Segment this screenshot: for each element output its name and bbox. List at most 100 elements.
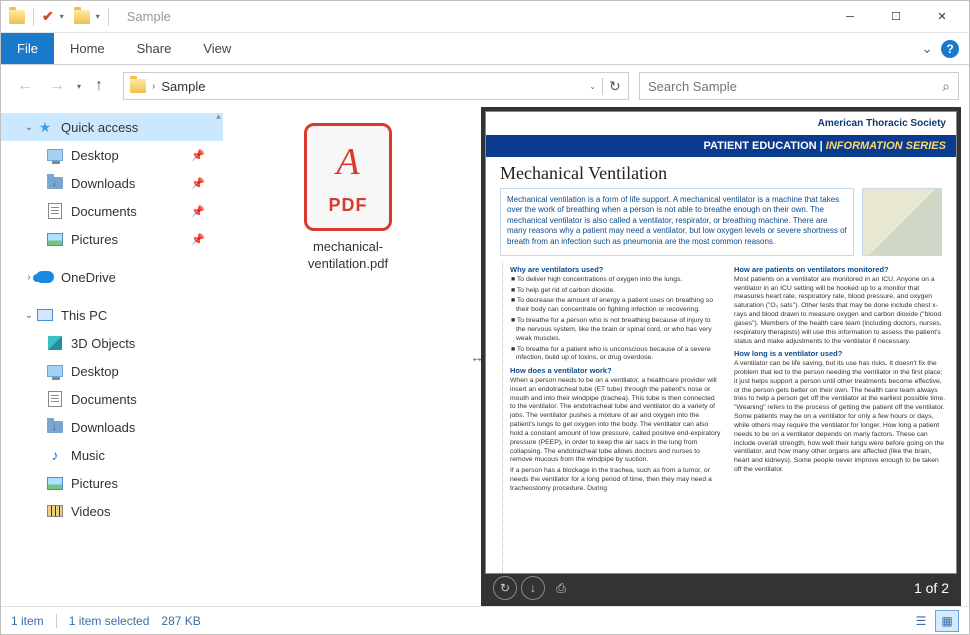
tree-3d-objects[interactable]: 3D Objects [1, 329, 223, 357]
qat-properties-icon[interactable]: ✔ [42, 8, 54, 25]
tree-label: This PC [61, 308, 107, 323]
up-button[interactable]: ↑ [85, 72, 113, 100]
address-bar[interactable]: › Sample ⌄ ↻ [123, 72, 629, 100]
tree-desktop-pc[interactable]: Desktop [1, 357, 223, 385]
expand-icon[interactable]: ⌄ [23, 310, 35, 321]
tree-label: 3D Objects [71, 336, 135, 351]
pin-icon: 📌 [191, 149, 205, 162]
qat-dropdown-icon[interactable]: ▾ [96, 12, 100, 21]
tree-pictures-pc[interactable]: Pictures [1, 469, 223, 497]
tree-downloads-pc[interactable]: ↓ Downloads [1, 413, 223, 441]
navigation-toolbar: ← → ▾ ↑ › Sample ⌄ ↻ ⌕ [1, 65, 969, 107]
tree-documents-pc[interactable]: Documents [1, 385, 223, 413]
zoom-icon[interactable]: ⎙ [549, 576, 573, 600]
doc-heading: How long is a ventilator used? [734, 349, 946, 359]
tree-label: Downloads [71, 176, 135, 191]
back-button[interactable]: ← [11, 72, 39, 100]
page-indicator: 1 of 2 [914, 580, 949, 596]
pdf-file-icon: A PDF [304, 123, 392, 231]
scroll-up-icon[interactable]: ▴ [216, 111, 221, 122]
doc-intro: Mechanical ventilation is a form of life… [500, 188, 854, 256]
ribbon-expand-icon[interactable]: ⌄ [921, 40, 933, 57]
refresh-button[interactable]: ↻ [602, 78, 622, 95]
tree-label: Pictures [71, 476, 118, 491]
tree-pictures[interactable]: Pictures 📌 [1, 225, 223, 253]
forward-button[interactable]: → [43, 72, 71, 100]
tree-desktop[interactable]: Desktop 📌 [1, 141, 223, 169]
help-icon[interactable]: ? [941, 40, 959, 58]
address-dropdown-icon[interactable]: ⌄ [589, 82, 596, 91]
file-list[interactable]: A PDF mechanical-ventilation.pdf [223, 107, 473, 606]
tree-onedrive[interactable]: › OneDrive [1, 263, 223, 291]
expand-icon[interactable]: ⌄ [23, 122, 35, 133]
search-icon[interactable]: ⌕ [942, 78, 950, 95]
breadcrumb-sep-icon[interactable]: › [152, 81, 155, 92]
app-icon [9, 10, 25, 24]
tree-label: Music [71, 448, 105, 463]
explorer-window: ✔ ▾ ▾ Sample ─ ☐ ✕ File Home Share View … [0, 0, 970, 635]
doc-heading: How are patients on ventilators monitore… [734, 265, 946, 275]
doc-illustration [862, 188, 942, 256]
pin-icon: 📌 [191, 177, 205, 190]
file-name: mechanical-ventilation.pdf [278, 239, 418, 273]
breadcrumb-folder[interactable]: Sample [161, 79, 205, 94]
pictures-icon [47, 477, 63, 490]
status-selection: 1 item selected [69, 614, 150, 628]
history-dropdown-icon[interactable]: ▾ [77, 82, 81, 91]
documents-icon [48, 391, 62, 407]
qat-caret-icon[interactable]: ▾ [60, 12, 64, 21]
doc-body: Why are ventilators used? ■ To deliver h… [486, 262, 956, 573]
title-bar: ✔ ▾ ▾ Sample ─ ☐ ✕ [1, 1, 969, 33]
tree-label: Quick access [61, 120, 138, 135]
tree-label: Desktop [71, 148, 119, 163]
onedrive-icon [36, 271, 54, 283]
status-size: 287 KB [161, 614, 200, 628]
tree-label: Pictures [71, 232, 118, 247]
downloads-icon: ↓ [47, 177, 63, 189]
minimize-button[interactable]: ─ [827, 1, 873, 33]
search-input[interactable] [648, 79, 942, 94]
preview-toolbar: ↻ ↓ ⎙ 1 of 2 [485, 574, 957, 602]
status-bar: 1 item 1 item selected 287 KB ☰ ▦ [1, 606, 969, 634]
doc-series-bar: PATIENT EDUCATION | INFORMATION SERIES [486, 135, 956, 157]
tab-file[interactable]: File [1, 33, 54, 64]
thumbnails-view-button[interactable]: ▦ [935, 610, 959, 632]
tab-home[interactable]: Home [54, 33, 121, 64]
rotate-icon[interactable]: ↻ [493, 576, 517, 600]
tree-videos[interactable]: Videos [1, 497, 223, 525]
tree-quick-access[interactable]: ⌄ ★ Quick access [1, 113, 223, 141]
qat-newfolder-icon[interactable] [74, 10, 90, 24]
tab-share[interactable]: Share [121, 33, 188, 64]
save-icon[interactable]: ↓ [521, 576, 545, 600]
preview-document[interactable]: American Thoracic Society PATIENT EDUCAT… [485, 111, 957, 574]
quick-access-icon: ★ [35, 119, 55, 136]
tree-label: Downloads [71, 420, 135, 435]
doc-heading: How does a ventilator work? [510, 366, 722, 376]
close-button[interactable]: ✕ [919, 1, 965, 33]
tree-label: Documents [71, 204, 137, 219]
downloads-icon: ↓ [47, 421, 63, 433]
tab-view[interactable]: View [187, 33, 247, 64]
pictures-icon [47, 233, 63, 246]
maximize-button[interactable]: ☐ [873, 1, 919, 33]
tree-documents[interactable]: Documents 📌 [1, 197, 223, 225]
tree-label: Videos [71, 504, 111, 519]
pin-icon: 📌 [191, 205, 205, 218]
details-view-button[interactable]: ☰ [909, 610, 933, 632]
tree-label: Documents [71, 392, 137, 407]
search-box[interactable]: ⌕ [639, 72, 959, 100]
3d-objects-icon [48, 336, 62, 350]
content-area: A PDF mechanical-ventilation.pdf America… [223, 107, 969, 606]
tree-label: Desktop [71, 364, 119, 379]
tree-this-pc[interactable]: ⌄ This PC [1, 301, 223, 329]
doc-title: Mechanical Ventilation [486, 157, 956, 188]
music-icon: ♪ [45, 447, 65, 463]
address-folder-icon [130, 79, 146, 93]
tree-music[interactable]: ♪ Music [1, 441, 223, 469]
preview-splitter[interactable] [473, 107, 481, 606]
tree-downloads[interactable]: ↓ Downloads 📌 [1, 169, 223, 197]
navigation-pane[interactable]: ▴ ⌄ ★ Quick access Desktop 📌 ↓ Downloads… [1, 107, 223, 606]
videos-icon [47, 505, 63, 517]
body: ▴ ⌄ ★ Quick access Desktop 📌 ↓ Downloads… [1, 107, 969, 606]
file-item-pdf[interactable]: A PDF mechanical-ventilation.pdf [278, 123, 418, 273]
